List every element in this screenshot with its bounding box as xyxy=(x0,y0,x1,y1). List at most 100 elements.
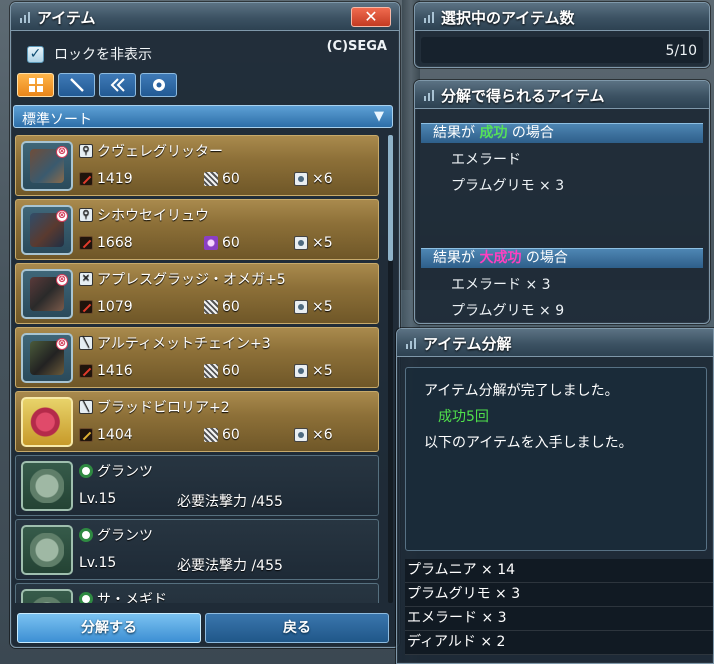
unit-type-icon xyxy=(79,528,93,542)
element-icon xyxy=(294,428,308,442)
attack-icon xyxy=(79,364,93,378)
element-icon xyxy=(294,364,308,378)
item-list: ⊗ ⚲ クヴェレグリッター 1419 60 ×6 ⊗ ⚲ シホウセイリュウ 1668… xyxy=(15,135,383,603)
item-name: ╲ ブラッドビロリア+2 xyxy=(79,397,230,417)
grind-stat: 60 xyxy=(204,171,240,187)
grind-stat: 60 xyxy=(204,235,240,251)
attack-stat: 1419 xyxy=(79,171,133,187)
weapon-image xyxy=(30,405,64,439)
item-thumbnail xyxy=(21,397,73,447)
item-thumbnail xyxy=(21,525,73,575)
tab-units[interactable] xyxy=(99,73,136,97)
copyright-text: (C)SEGA xyxy=(326,39,387,54)
obtained-item: プラムグリモ × 3 xyxy=(405,583,713,607)
item-stats: 1668 60 ×5 xyxy=(79,235,375,255)
item-window-titlebar[interactable]: アイテム ✕ xyxy=(11,3,399,31)
unit-level: Lv.15 xyxy=(79,555,117,571)
lock-hide-checkbox[interactable]: ✓ xyxy=(27,45,44,63)
signal-bars-icon xyxy=(20,11,32,23)
item-name: グランツ xyxy=(79,525,153,545)
scrollbar-thumb[interactable] xyxy=(388,135,393,261)
dismantle-complete-title: アイテム分解 xyxy=(423,335,512,353)
unit-type-icon xyxy=(79,464,93,478)
element-stat: ×5 xyxy=(294,299,333,315)
unit-image xyxy=(30,469,64,503)
success-result-item: プラムグリモ × 3 xyxy=(451,178,565,194)
dismantle-preview-titlebar: 分解で得られるアイテム xyxy=(415,81,709,109)
list-item[interactable]: グランツ Lv.15 必要法撃力 /455 xyxy=(15,455,379,516)
item-stats: Lv.15 必要法撃力 /455 xyxy=(79,491,375,511)
dismantle-button[interactable]: 分解する xyxy=(17,613,201,643)
grind-icon xyxy=(204,172,218,186)
item-stats: Lv.15 必要法撃力 /455 xyxy=(79,555,375,575)
item-name: ✕ アプレスグラッジ・オメガ+5 xyxy=(79,269,286,289)
item-name: サ・メギド xyxy=(79,589,167,603)
close-button[interactable]: ✕ xyxy=(351,7,391,27)
element-stat: ×6 xyxy=(294,171,333,187)
list-item[interactable]: グランツ Lv.15 必要法撃力 /455 xyxy=(15,519,379,580)
list-item[interactable]: ⊗ ✕ アプレスグラッジ・オメガ+5 1079 60 ×5 xyxy=(15,263,379,324)
selected-count-title: 選択中のアイテム数 xyxy=(441,9,575,27)
tab-other[interactable] xyxy=(140,73,177,97)
grind-icon xyxy=(204,236,218,250)
sword-icon xyxy=(69,78,84,92)
dismantle-preview-title: 分解で得られるアイテム xyxy=(441,87,605,105)
ring-icon xyxy=(152,79,165,91)
success-label: 成功 xyxy=(479,125,508,141)
item-list-scrollbar[interactable] xyxy=(388,135,393,603)
success-count-text: 成功5回 xyxy=(438,409,489,425)
unit-level: Lv.15 xyxy=(79,491,117,507)
sort-dropdown[interactable]: 標準ソート ▼ xyxy=(13,105,393,128)
wand-icon xyxy=(79,428,93,442)
lock-hide-toggle[interactable]: ✓ ロックを非表示 xyxy=(27,43,152,65)
great-success-label: 大成功 xyxy=(479,250,522,266)
list-item[interactable]: ⊗ ╲ アルティメットチェイン+3 1416 60 ×5 xyxy=(15,327,379,388)
lock-icon: ⊗ xyxy=(56,210,68,222)
lock-icon: ⊗ xyxy=(56,338,68,350)
obtained-items-list: プラムニア × 14 プラムグリモ × 3 エメラード × 3 ディアルド × … xyxy=(405,559,713,655)
item-thumbnail: ⊗ xyxy=(21,141,73,191)
chevron-down-icon: ▼ xyxy=(374,109,384,124)
item-window-title: アイテム xyxy=(37,9,96,27)
element-icon xyxy=(294,172,308,186)
double-chevron-icon xyxy=(110,78,125,92)
weapon-type-icon: ╲ xyxy=(79,400,93,414)
list-item[interactable]: ╲ ブラッドビロリア+2 1404 60 ×6 xyxy=(15,391,379,452)
item-name: グランツ xyxy=(79,461,153,481)
grind-stat: 60 xyxy=(204,299,240,315)
grind-icon xyxy=(204,428,218,442)
attack-icon xyxy=(79,300,93,314)
list-item[interactable]: ⊗ ⚲ シホウセイリュウ 1668 60 ×5 xyxy=(15,199,379,260)
obtained-item: ディアルド × 2 xyxy=(405,631,713,655)
unit-type-icon xyxy=(79,592,93,603)
tab-all[interactable] xyxy=(17,73,54,97)
signal-bars-icon xyxy=(424,89,436,101)
item-thumbnail: ⊗ xyxy=(21,333,73,383)
selected-count-window: 選択中のアイテム数 5/10 xyxy=(414,2,710,68)
item-window: アイテム ✕ ✓ ロックを非表示 (C)SEGA 標準ソート ▼ ⊗ ⚲ クヴェ… xyxy=(10,2,400,648)
attack-icon xyxy=(79,172,93,186)
great-success-section-header: 結果が 大成功 の場合 xyxy=(421,248,703,268)
attack-stat: 1416 xyxy=(79,363,133,379)
signal-bars-icon xyxy=(424,11,436,23)
grid-icon xyxy=(28,78,43,92)
obtained-item: プラムニア × 14 xyxy=(405,559,713,583)
attack-stat: 1404 xyxy=(79,427,133,443)
weapon-type-icon: ╲ xyxy=(79,336,93,350)
dismantle-message-panel: アイテム分解が完了しました。 成功5回 以下のアイテムを入手しました。 xyxy=(405,367,707,551)
grind-icon xyxy=(204,364,218,378)
category-tabs xyxy=(17,73,177,97)
grind-icon xyxy=(204,300,218,314)
item-stats: 1079 60 ×5 xyxy=(79,299,375,319)
item-stats: 1416 60 ×5 xyxy=(79,363,375,383)
grind-stat: 60 xyxy=(204,427,240,443)
list-item[interactable]: ⊗ ⚲ クヴェレグリッター 1419 60 ×6 xyxy=(15,135,379,196)
success-section-header: 結果が 成功 の場合 xyxy=(421,123,703,143)
tab-weapons[interactable] xyxy=(58,73,95,97)
great-success-result-item: エメラード × 3 xyxy=(451,277,551,293)
back-button[interactable]: 戻る xyxy=(205,613,389,643)
dismantle-preview-window: 分解で得られるアイテム 結果が 成功 の場合 エメラード プラムグリモ × 3 … xyxy=(414,80,710,324)
list-item[interactable]: サ・メギド xyxy=(15,583,379,603)
attack-icon xyxy=(79,236,93,250)
element-icon xyxy=(294,300,308,314)
